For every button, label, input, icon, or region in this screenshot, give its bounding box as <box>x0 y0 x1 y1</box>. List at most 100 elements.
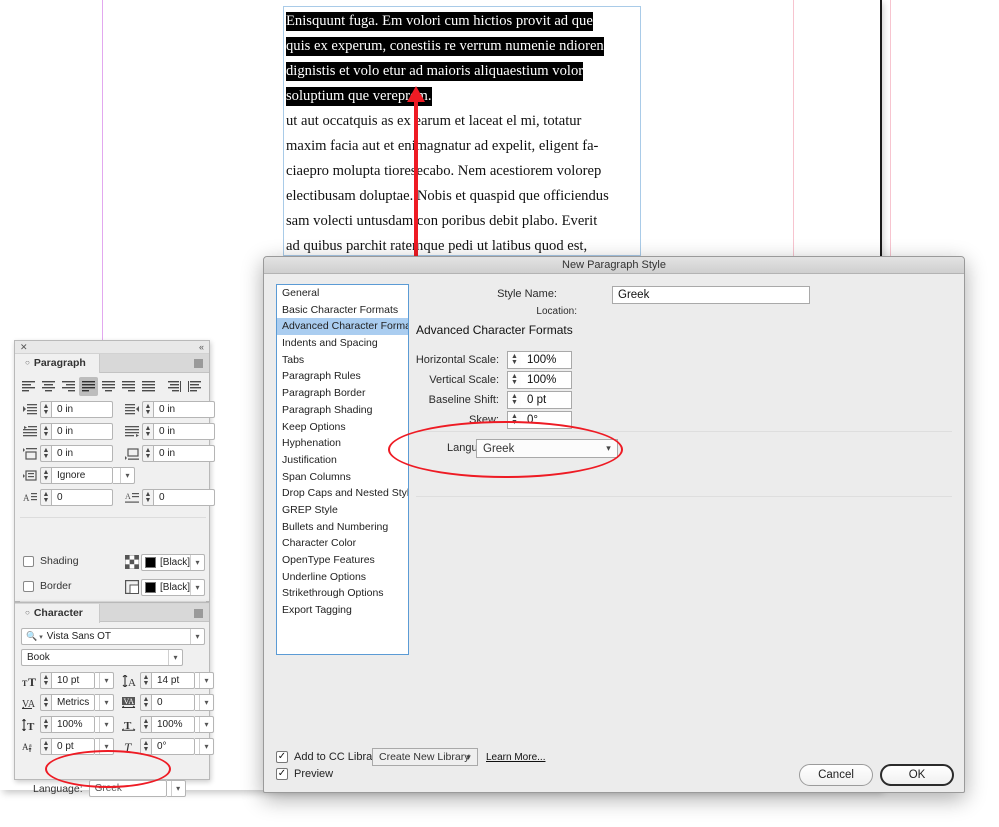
align-right-button[interactable] <box>59 377 78 396</box>
shading-color-select[interactable]: [Black] ▾ <box>141 554 205 571</box>
font-family-select[interactable]: 🔍 ▾ Vista Sans OT ▾ <box>21 628 205 645</box>
vertical-scale-stepper[interactable]: ▲▼ <box>40 716 51 733</box>
left-indent-input[interactable]: 0 in <box>51 401 113 418</box>
align-center-button[interactable] <box>39 377 58 396</box>
add-to-cc-library-checkbox[interactable] <box>276 751 288 763</box>
preview-row[interactable]: Preview <box>276 768 333 780</box>
chevron-down-icon[interactable]: ▾ <box>460 749 477 765</box>
horizontal-scale-row[interactable]: T ▲▼ 100% ▾ <box>121 716 214 733</box>
font-size-dropdown[interactable]: ▾ <box>95 672 114 689</box>
shading-checkbox[interactable] <box>23 556 34 567</box>
align-left-button[interactable] <box>19 377 38 396</box>
drop-cap-chars-stepper[interactable]: ▲▼ <box>40 489 51 506</box>
new-paragraph-style-dialog[interactable]: New Paragraph Style General Basic Charac… <box>263 256 965 793</box>
vertical-scale-input[interactable]: 100% <box>51 716 95 733</box>
kerning-stepper[interactable]: ▲▼ <box>40 694 51 711</box>
alignment-button-group[interactable] <box>19 377 204 396</box>
left-indent-stepper[interactable]: ▲▼ <box>40 401 51 418</box>
chevron-down-icon[interactable]: ▾ <box>199 717 213 732</box>
chevron-down-icon[interactable]: ▾ <box>171 781 185 796</box>
chevron-down-icon[interactable]: ▾ <box>199 673 213 688</box>
chevron-down-icon[interactable]: ▾ <box>199 695 213 710</box>
skew-input[interactable]: 0° <box>151 738 195 755</box>
nav-item-character-color[interactable]: Character Color <box>277 535 408 552</box>
font-size-stepper[interactable]: ▲▼ <box>40 672 51 689</box>
align-toward-spine-button[interactable] <box>165 377 184 396</box>
vertical-scale-row[interactable]: T ▲▼ 100% ▾ <box>21 716 114 733</box>
nav-item-opentype-features[interactable]: OpenType Features <box>277 552 408 569</box>
kerning-input[interactable]: Metrics <box>51 694 95 711</box>
space-after-row[interactable]: ▲▼ 0 in <box>123 445 215 462</box>
nav-item-justification[interactable]: Justification <box>277 452 408 469</box>
chevron-down-icon[interactable]: ▾ <box>190 555 204 570</box>
horizontal-scale-dropdown[interactable]: ▾ <box>195 716 214 733</box>
drop-cap-lines-stepper[interactable]: ▲▼ <box>40 467 51 484</box>
vertical-scale-dropdown[interactable]: ▾ <box>95 716 114 733</box>
preview-checkbox[interactable] <box>276 768 288 780</box>
kerning-row[interactable]: VA ▲▼ Metrics ▾ <box>21 694 114 711</box>
skew-dropdown[interactable]: ▾ <box>195 738 214 755</box>
vertical-scale-input[interactable]: 100% <box>521 371 572 389</box>
right-indent-stepper[interactable]: ▲▼ <box>142 401 153 418</box>
nav-item-strikethrough-options[interactable]: Strikethrough Options <box>277 585 408 602</box>
leading-row[interactable]: A ▲▼ 14 pt ▾ <box>121 672 214 689</box>
space-after-input[interactable]: 0 in <box>153 445 215 462</box>
leading-dropdown[interactable]: ▾ <box>195 672 214 689</box>
space-before-input[interactable]: 0 in <box>51 445 113 462</box>
drop-cap-lines-dropdown[interactable]: ▾ <box>113 467 135 484</box>
drop-cap-lines-row[interactable]: ▲▼ Ignore ▾ <box>21 467 135 484</box>
chevron-down-icon[interactable]: ▾ <box>190 629 204 644</box>
learn-more-link[interactable]: Learn More... <box>486 752 545 763</box>
right-indent-input[interactable]: 0 in <box>153 401 215 418</box>
baseline-shift-input[interactable]: 0 pt <box>521 391 572 409</box>
border-checkbox-row[interactable]: Border <box>23 580 72 592</box>
space-before-stepper[interactable]: ▲▼ <box>40 445 51 462</box>
baseline-shift-stepper[interactable]: ▲▼ <box>507 391 521 409</box>
tracking-stepper[interactable]: ▲▼ <box>140 694 151 711</box>
panel-menu-icon[interactable] <box>194 609 203 618</box>
last-line-indent-stepper[interactable]: ▲▼ <box>142 423 153 440</box>
paragraph-panel[interactable]: ✕ « Paragraph <box>14 340 210 602</box>
drop-cap-chars2-row[interactable]: A ▲▼ 0 <box>123 489 215 506</box>
baseline-shift-stepper[interactable]: ▲▼ <box>40 738 51 755</box>
chevron-down-icon[interactable]: ▾ <box>190 580 204 595</box>
horizontal-scale-input[interactable]: 100% <box>151 716 195 733</box>
add-to-cc-library-row[interactable]: Add to CC Library: <box>276 751 384 763</box>
border-color-select[interactable]: [Black] ▾ <box>141 579 205 596</box>
leading-input[interactable]: 14 pt <box>151 672 195 689</box>
justify-all-button[interactable] <box>139 377 158 396</box>
nav-item-basic-character-formats[interactable]: Basic Character Formats <box>277 302 408 319</box>
panel-menu-icon[interactable] <box>194 359 203 368</box>
first-line-indent-row[interactable]: ▲▼ 0 in <box>21 423 113 440</box>
nav-item-export-tagging[interactable]: Export Tagging <box>277 602 408 619</box>
tab-character[interactable]: Character <box>25 607 83 619</box>
first-line-indent-input[interactable]: 0 in <box>51 423 113 440</box>
align-away-spine-button[interactable] <box>185 377 204 396</box>
font-style-select[interactable]: Book ▾ <box>21 649 183 666</box>
cancel-button[interactable]: Cancel <box>799 764 873 786</box>
style-name-input[interactable]: Greek <box>612 286 810 304</box>
ok-button[interactable]: OK <box>880 764 954 786</box>
justify-last-left-button[interactable] <box>79 377 98 396</box>
drop-cap-chars2-input[interactable]: 0 <box>153 489 215 506</box>
tab-paragraph[interactable]: Paragraph <box>25 357 86 369</box>
chevron-down-icon[interactable]: ▾ <box>99 673 113 688</box>
font-size-input[interactable]: 10 pt <box>51 672 95 689</box>
kerning-dropdown[interactable]: ▾ <box>95 694 114 711</box>
right-indent-row[interactable]: ▲▼ 0 in <box>123 401 215 418</box>
last-line-indent-row[interactable]: ▲▼ 0 in <box>123 423 215 440</box>
drop-cap-chars-row[interactable]: A ▲▼ 0 <box>21 489 113 506</box>
chevron-down-icon[interactable]: ▾ <box>120 468 134 483</box>
close-icon[interactable]: ✕ <box>20 342 28 353</box>
border-checkbox[interactable] <box>23 581 34 592</box>
dialog-nav-list[interactable]: General Basic Character Formats Advanced… <box>276 284 409 655</box>
chevron-down-icon[interactable]: ▾ <box>168 650 182 665</box>
horizontal-scale-stepper[interactable]: ▲▼ <box>140 716 151 733</box>
tracking-dropdown[interactable]: ▾ <box>195 694 214 711</box>
left-indent-row[interactable]: ▲▼ 0 in <box>21 401 113 418</box>
nav-item-underline-options[interactable]: Underline Options <box>277 569 408 586</box>
nav-item-advanced-character-formats[interactable]: Advanced Character Formats <box>277 318 408 335</box>
nav-item-drop-caps-and-nested-styles[interactable]: Drop Caps and Nested Styles <box>277 485 408 502</box>
drop-cap-chars-input[interactable]: 0 <box>51 489 113 506</box>
justify-last-right-button[interactable] <box>119 377 138 396</box>
